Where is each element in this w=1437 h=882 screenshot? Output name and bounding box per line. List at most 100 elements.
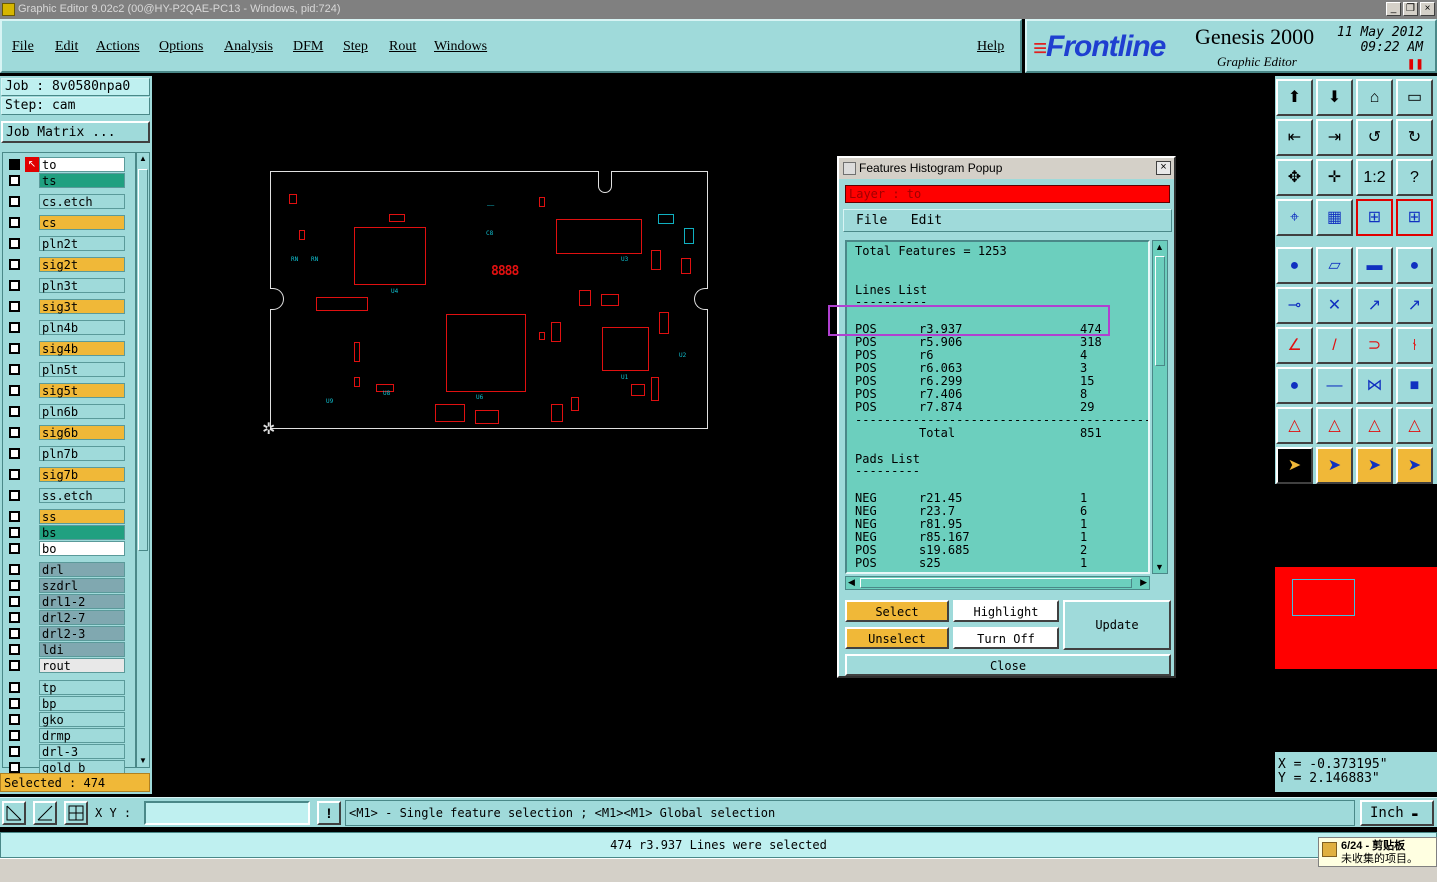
- affected-arrow-icon[interactable]: ↖: [25, 157, 39, 172]
- pointer-zoom-icon[interactable]: ➤: [1356, 447, 1393, 484]
- redraw-icon[interactable]: ↻: [1396, 119, 1433, 156]
- line-move-icon[interactable]: ↗: [1396, 287, 1433, 324]
- layer-checkbox[interactable]: [9, 343, 20, 354]
- layer-name[interactable]: pln4b: [39, 320, 125, 335]
- histogram-hscroll[interactable]: ◀ ▶: [845, 576, 1150, 590]
- menu-step[interactable]: Step: [343, 39, 368, 55]
- layer-row-bp[interactable]: bp: [5, 696, 135, 711]
- layer-checkbox[interactable]: [9, 612, 20, 623]
- layer-row-rout[interactable]: rout: [5, 658, 135, 673]
- break-icon[interactable]: —: [1316, 367, 1353, 404]
- units-selector[interactable]: Inch ▬: [1360, 800, 1434, 826]
- layer-name[interactable]: sig7b: [39, 467, 125, 482]
- slash-icon[interactable]: /: [1316, 327, 1353, 364]
- layer-row-drl2-7[interactable]: drl2-7: [5, 610, 135, 625]
- measure-icon[interactable]: [33, 801, 57, 825]
- zoom-in-icon[interactable]: ⇤: [1276, 119, 1313, 156]
- histogram-vscroll[interactable]: ▲ ▼: [1152, 240, 1168, 574]
- layer-checkbox[interactable]: [9, 469, 20, 480]
- layer-row-sig5t[interactable]: sig5t: [5, 383, 135, 398]
- move-icon[interactable]: ●: [1276, 367, 1313, 404]
- cross-icon[interactable]: ✕: [1316, 287, 1353, 324]
- layer-row-cs.etch[interactable]: cs.etch: [5, 194, 135, 209]
- menu-edit[interactable]: Edit: [55, 39, 78, 55]
- layer-name[interactable]: sig4b: [39, 341, 125, 356]
- layer-name[interactable]: ldi: [39, 642, 125, 657]
- layer-name[interactable]: sig3t: [39, 299, 125, 314]
- histogram-scroll-up-icon[interactable]: ▲: [1155, 242, 1164, 252]
- layer-checkbox[interactable]: [9, 746, 20, 757]
- popup-menu-file[interactable]: File: [856, 213, 887, 228]
- layer-name[interactable]: to: [39, 157, 125, 172]
- layer-name[interactable]: cs: [39, 215, 125, 230]
- layer-name[interactable]: pln2t: [39, 236, 125, 251]
- layer-checkbox[interactable]: [9, 322, 20, 333]
- undo-zoom-icon[interactable]: ↺: [1356, 119, 1393, 156]
- scroll-down-icon[interactable]: ▼: [138, 756, 148, 766]
- layer-name[interactable]: rout: [39, 658, 125, 673]
- layer-checkbox[interactable]: [9, 682, 20, 693]
- layer-row-bs[interactable]: bs: [5, 525, 135, 540]
- layer-checkbox[interactable]: [9, 698, 20, 709]
- layer-checkbox[interactable]: [9, 448, 20, 459]
- connect-icon[interactable]: ⊸: [1276, 287, 1313, 324]
- layer-row-cs[interactable]: cs: [5, 215, 135, 230]
- layer-row-drl-3[interactable]: drl-3: [5, 744, 135, 759]
- align-icon[interactable]: ⋈: [1356, 367, 1393, 404]
- layer-name[interactable]: pln7b: [39, 446, 125, 461]
- shape-icon[interactable]: ▱: [1316, 247, 1353, 284]
- layer-checkbox[interactable]: [9, 527, 20, 538]
- layer-name[interactable]: drmp: [39, 728, 125, 743]
- close-button[interactable]: Close: [845, 654, 1171, 676]
- popup-close-icon[interactable]: ×: [1156, 161, 1171, 175]
- turn-off-button[interactable]: Turn Off: [953, 627, 1059, 649]
- layer-checkbox[interactable]: [9, 196, 20, 207]
- layer-name[interactable]: tp: [39, 680, 125, 695]
- layer-name[interactable]: szdrl: [39, 578, 125, 593]
- layer-row-drl1-2[interactable]: drl1-2: [5, 594, 135, 609]
- menu-options[interactable]: Options: [159, 39, 203, 55]
- layer-row-szdrl[interactable]: szdrl: [5, 578, 135, 593]
- scroll-up-icon[interactable]: ▲: [138, 154, 148, 164]
- layer-name[interactable]: ss: [39, 509, 125, 524]
- scroll-thumb[interactable]: [138, 169, 148, 551]
- menu-analysis[interactable]: Analysis: [224, 39, 273, 55]
- draw-line-icon[interactable]: ∠: [1276, 327, 1313, 364]
- layer-checkbox[interactable]: [9, 644, 20, 655]
- layer-row-sig3t[interactable]: sig3t: [5, 299, 135, 314]
- layer-checkbox[interactable]: [9, 511, 20, 522]
- triangle3-icon[interactable]: △: [1356, 407, 1393, 444]
- layer-name[interactable]: sig6b: [39, 425, 125, 440]
- window-icon[interactable]: ▭: [1396, 79, 1433, 116]
- menu-dfm[interactable]: DFM: [293, 39, 323, 55]
- menu-help[interactable]: Help: [977, 39, 1004, 55]
- minimize-button[interactable]: _: [1386, 2, 1401, 16]
- snap-icon[interactable]: [2, 801, 26, 825]
- layer-checkbox[interactable]: [9, 217, 20, 228]
- layer-name[interactable]: gko: [39, 712, 125, 727]
- scale-icon[interactable]: 1:2: [1356, 159, 1393, 196]
- layer-checkbox[interactable]: [9, 385, 20, 396]
- layer-name[interactable]: drl: [39, 562, 125, 577]
- layer-name[interactable]: sig5t: [39, 383, 125, 398]
- layer-row-drl2-3[interactable]: drl2-3: [5, 626, 135, 641]
- layer-row-ldi[interactable]: ldi: [5, 642, 135, 657]
- close-window-button[interactable]: ×: [1420, 2, 1435, 16]
- layer-row-pln5t[interactable]: pln5t: [5, 362, 135, 377]
- layer-name[interactable]: bs: [39, 525, 125, 540]
- update-button[interactable]: Update: [1063, 600, 1171, 650]
- layer-checkbox[interactable]: [9, 427, 20, 438]
- pointer-icon[interactable]: ➤: [1276, 447, 1313, 484]
- layer-checkbox[interactable]: [9, 596, 20, 607]
- layer-checkbox[interactable]: [9, 628, 20, 639]
- zoom-out-icon[interactable]: ⇥: [1316, 119, 1353, 156]
- layer-name[interactable]: ss.etch: [39, 488, 125, 503]
- layer-checkbox[interactable]: [9, 159, 20, 170]
- snap-red2-icon[interactable]: ⊞: [1396, 199, 1433, 236]
- layer-name[interactable]: drl-3: [39, 744, 125, 759]
- layer-row-sig6b[interactable]: sig6b: [5, 425, 135, 440]
- layer-row-pln7b[interactable]: pln7b: [5, 446, 135, 461]
- menu-file[interactable]: File: [12, 39, 34, 55]
- pan-icon[interactable]: ✛: [1316, 159, 1353, 196]
- histogram-scroll-left-icon[interactable]: ◀: [848, 577, 855, 588]
